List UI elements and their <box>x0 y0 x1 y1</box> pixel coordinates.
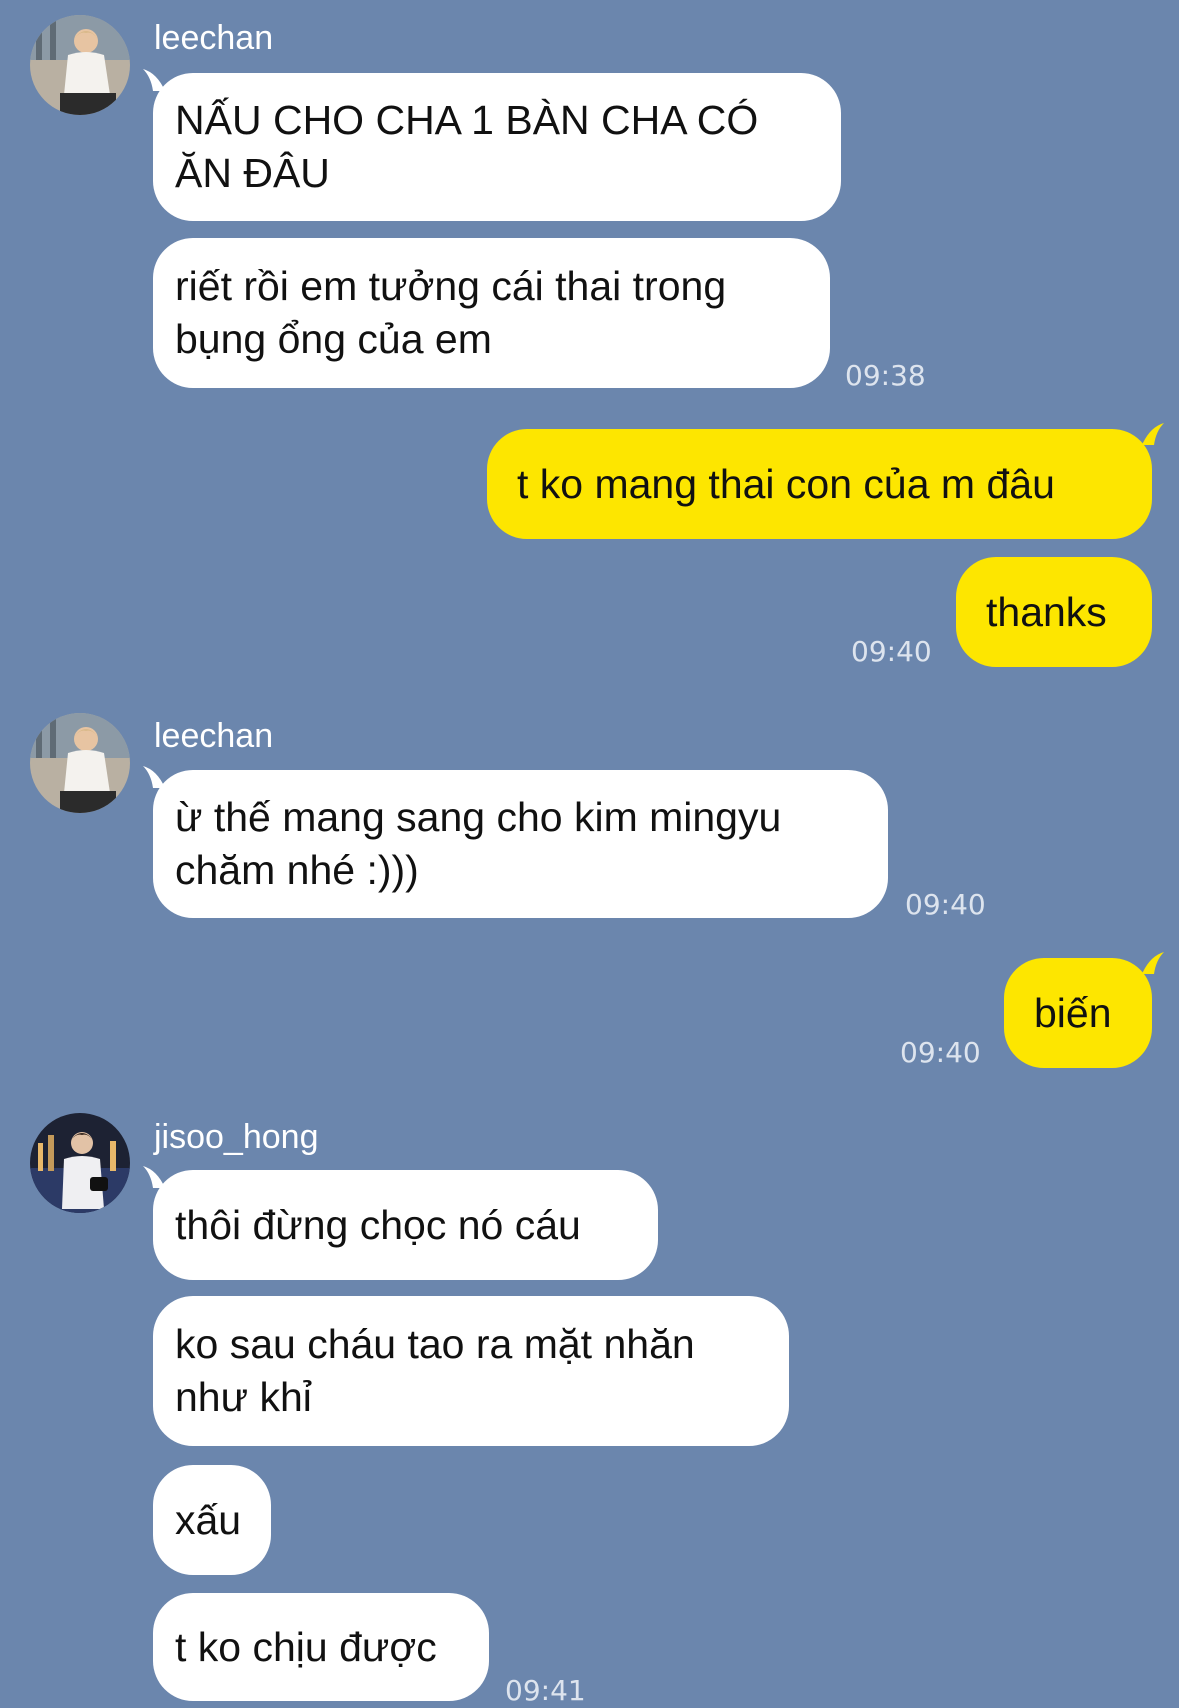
timestamp: 09:41 <box>505 1674 586 1707</box>
message-text: ko sau cháu tao ra mặt nhăn <box>175 1321 695 1367</box>
bubble-tail-icon <box>143 69 165 91</box>
message-text: ừ thế mang sang cho kim mingyu <box>175 794 782 840</box>
timestamp: 09:40 <box>851 635 932 668</box>
outgoing-message[interactable]: t ko mang thai con của m đâu <box>487 423 1164 539</box>
message-text: xấu <box>175 1496 242 1543</box>
chat-thread[interactable]: leechan NẤU CHO CHA 1 BÀN CHA CÓ ĂN ĐÂU … <box>0 0 1179 1708</box>
timestamp: 09:38 <box>845 359 926 392</box>
timestamp: 09:40 <box>900 1036 981 1069</box>
incoming-message[interactable]: ko sau cháu tao ra mặt nhăn như khỉ <box>153 1296 789 1446</box>
message-text: thanks <box>986 588 1107 635</box>
incoming-message[interactable]: riết rồi em tưởng cái thai trong bụng ổn… <box>153 238 830 388</box>
avatar-photo-icon <box>30 1113 130 1213</box>
outgoing-message[interactable]: biến <box>1004 952 1164 1068</box>
outgoing-message[interactable]: thanks <box>956 557 1152 667</box>
message-text: t ko chịu được <box>175 1623 437 1670</box>
avatar-leechan[interactable] <box>30 15 130 115</box>
bubble-tail-icon <box>143 766 165 788</box>
sender-name: leechan <box>154 19 274 57</box>
avatar-photo-icon <box>30 713 130 813</box>
bubble-tail-icon <box>143 1166 165 1188</box>
incoming-message[interactable]: NẤU CHO CHA 1 BÀN CHA CÓ ĂN ĐÂU <box>143 69 841 221</box>
message-text: thôi đừng chọc nó cáu <box>175 1201 581 1248</box>
incoming-message[interactable]: t ko chịu được <box>153 1593 489 1701</box>
message-text: riết rồi em tưởng cái thai trong <box>175 263 727 309</box>
timestamp: 09:40 <box>905 888 986 921</box>
sender-name: leechan <box>154 717 274 755</box>
message-text: như khỉ <box>175 1374 312 1420</box>
message-text: biến <box>1034 989 1112 1036</box>
bubble-tail-icon <box>1142 423 1164 445</box>
avatar-leechan[interactable] <box>30 713 130 813</box>
incoming-message[interactable]: thôi đừng chọc nó cáu <box>143 1166 658 1280</box>
incoming-message[interactable]: ừ thế mang sang cho kim mingyu chăm nhé … <box>143 766 888 918</box>
avatar-photo-icon <box>30 15 130 115</box>
incoming-message[interactable]: xấu <box>153 1465 271 1575</box>
bubble-tail-icon <box>1142 952 1164 974</box>
avatar-jisoo-hong[interactable] <box>30 1113 130 1213</box>
message-text: t ko mang thai con của m đâu <box>517 460 1055 507</box>
message-text: bụng ổng của em <box>175 316 492 362</box>
message-text: ĂN ĐÂU <box>175 150 330 196</box>
message-text: NẤU CHO CHA 1 BÀN CHA CÓ <box>175 97 759 143</box>
message-text: chăm nhé :))) <box>175 847 419 893</box>
sender-name: jisoo_hong <box>154 1118 319 1156</box>
